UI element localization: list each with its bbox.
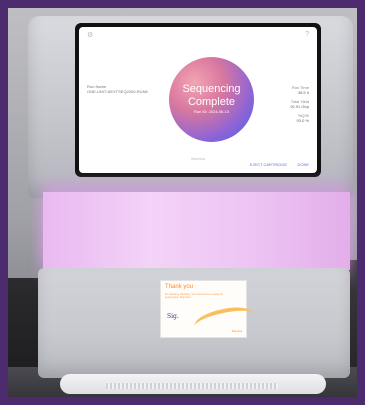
headline-line1: Sequencing <box>182 83 241 95</box>
sequencing-instrument: ⚙ ? Sequencing Complete Run ID: 2024-06-… <box>28 16 353 397</box>
eject-cartridge-button[interactable]: EJECT CARTRIDGE <box>250 162 287 167</box>
headline-line2: Complete <box>187 96 236 108</box>
stat-value-q30: 93.0 % <box>296 118 309 123</box>
glowing-light-band <box>43 192 350 270</box>
sticker-title: Thank you <box>165 284 194 290</box>
stat-value-total-yield: 92.91 Gbp <box>290 104 309 109</box>
help-icon[interactable]: ? <box>305 31 309 38</box>
sequencing-complete-title: Sequencing Complete <box>174 83 249 109</box>
sticker-brand: illumina <box>231 329 242 333</box>
instrument-top-panel: ⚙ ? Sequencing Complete Run ID: 2024-06-… <box>28 16 353 198</box>
touch-screen[interactable]: ⚙ ? Sequencing Complete Run ID: 2024-06-… <box>79 27 317 173</box>
run-name-value: ONE-UNIT-NEXTSEQ2000-RUN6 <box>87 89 148 94</box>
screen-brand-logo: illumina <box>191 156 205 161</box>
sticker-text: for choosing NextSeq. Your instrument is… <box>165 293 223 300</box>
thank-you-sticker: Thank you for choosing NextSeq. Your ins… <box>160 280 256 338</box>
sticker-swoosh-graphic <box>192 303 256 337</box>
base-vents <box>106 383 278 389</box>
done-button[interactable]: DONE <box>297 162 309 167</box>
sticker-signature: Sig. <box>167 313 179 320</box>
photo-frame: ⚙ ? Sequencing Complete Run ID: 2024-06-… <box>0 0 365 405</box>
run-id-line: Run ID: 2024-06-13 <box>193 109 230 114</box>
settings-icon[interactable]: ⚙ <box>87 31 93 39</box>
background-room: ⚙ ? Sequencing Complete Run ID: 2024-06-… <box>8 8 357 397</box>
stat-value-run-time: 38.5 h <box>297 90 309 95</box>
